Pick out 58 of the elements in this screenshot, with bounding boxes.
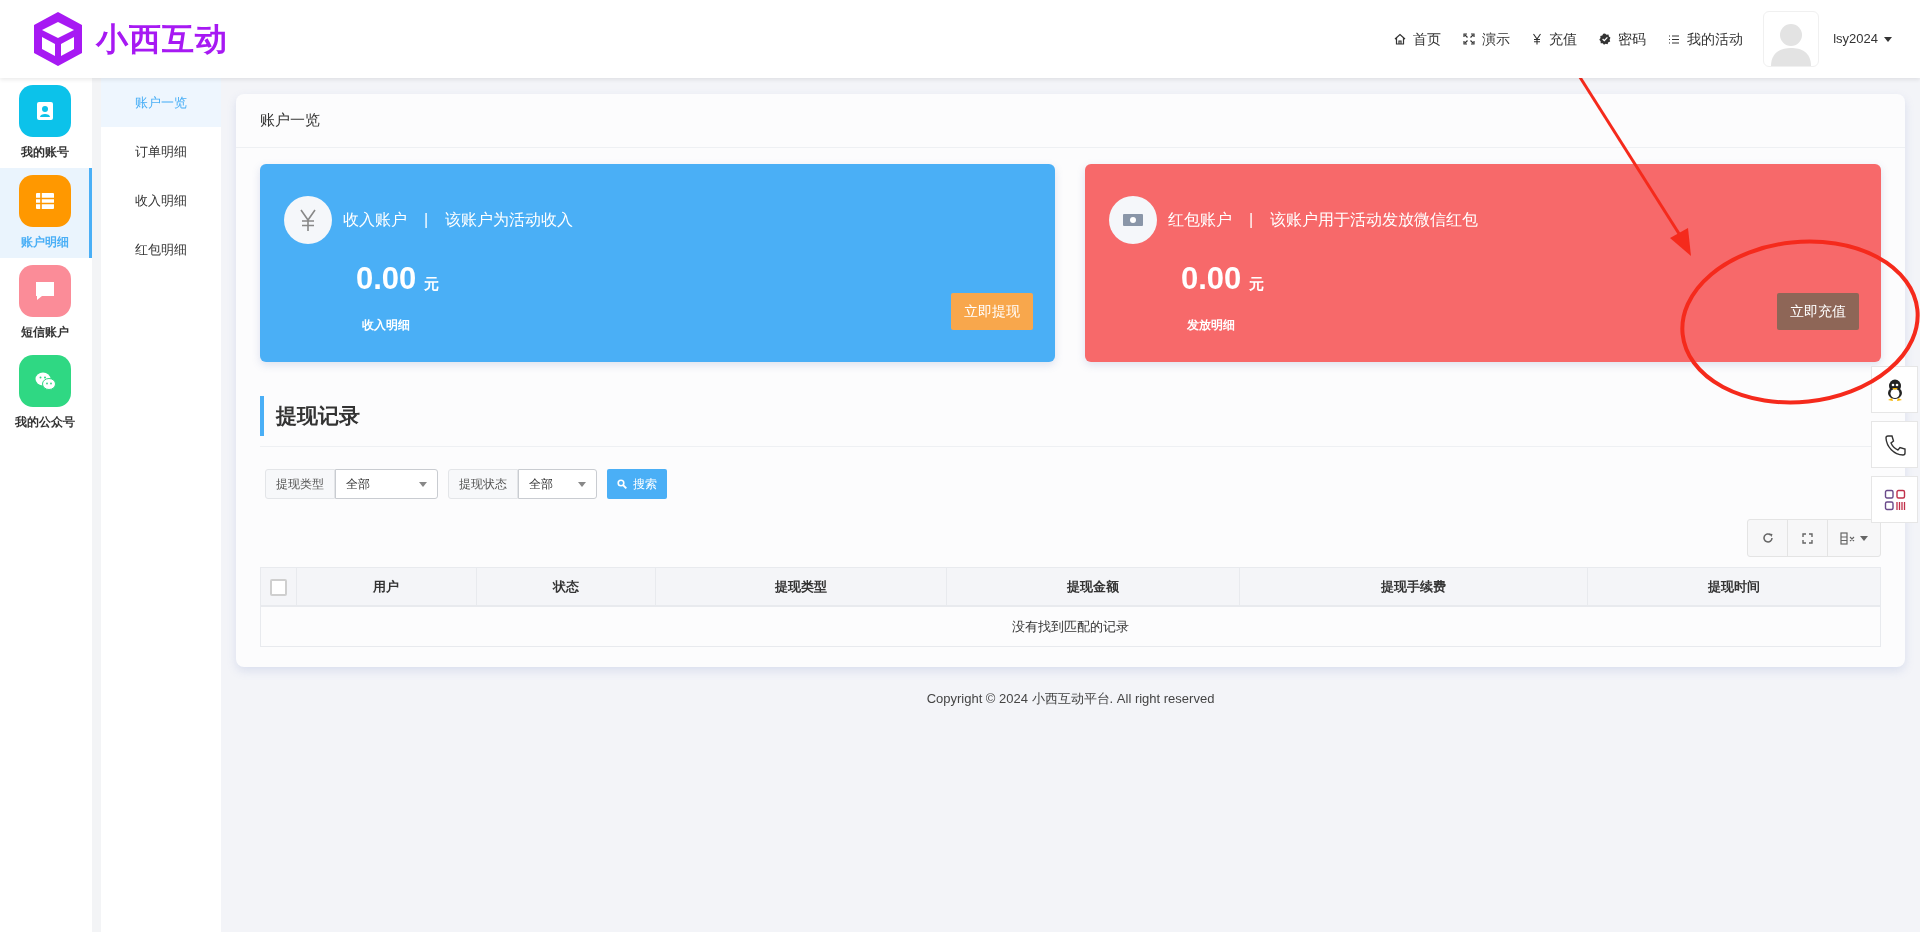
account-name: 收入账户 (343, 209, 407, 230)
phone-icon (1882, 432, 1907, 457)
floating-button[interactable] (1871, 421, 1918, 468)
cash-icon (1122, 212, 1144, 227)
column-header: 用户 (296, 567, 477, 606)
section-title: 提现记录 (276, 403, 360, 430)
fullscreen-icon (1802, 532, 1813, 544)
currency-unit: 元 (1249, 273, 1265, 294)
nav-link[interactable]: 首页 (1394, 28, 1442, 50)
submenu-item[interactable]: 收入明细 (101, 176, 221, 225)
columns-icon (1840, 531, 1856, 545)
nav-link[interactable]: 充值 (1532, 28, 1578, 50)
balance-amount: 0.00 (356, 259, 417, 298)
account-description: 该账户用于活动发放微信红包 (1270, 209, 1479, 230)
sidebar-item[interactable]: 我的公众号 (0, 348, 92, 438)
separator-text: | (424, 209, 429, 230)
select-all-checkbox[interactable] (270, 578, 287, 596)
sidebar-item[interactable]: 短信账户 (0, 258, 92, 348)
floating-button[interactable] (1871, 366, 1918, 413)
caret-icon (419, 481, 427, 487)
account-description: 该账户为活动收入 (445, 209, 574, 230)
column-header: 提现手续费 (1239, 567, 1588, 606)
column-header: 提现时间 (1587, 567, 1881, 606)
filter-label: 提现状态 (448, 469, 518, 499)
caret-icon (578, 481, 586, 487)
nav-link[interactable]: 我的活动 (1668, 28, 1744, 50)
account-name: 红包账户 (1168, 209, 1232, 230)
verified-badge-icon (1599, 33, 1612, 45)
list-icon (1668, 33, 1681, 45)
submenu-item[interactable]: 红包明细 (101, 225, 221, 274)
sidebar-item[interactable]: 我的账号 (0, 78, 92, 168)
nav-link[interactable]: 密码 (1599, 28, 1647, 50)
user-menu[interactable]: lsy2024 (1833, 29, 1892, 49)
expand-icon (1463, 33, 1476, 45)
refresh-icon (1761, 532, 1774, 544)
column-header: 提现类型 (655, 567, 947, 606)
home-icon (1394, 33, 1407, 45)
filter-select[interactable]: 全部 (335, 469, 438, 499)
filter-label: 提现类型 (265, 469, 335, 499)
qr-code-icon (1883, 488, 1906, 511)
balance-amount: 0.00 (1181, 259, 1242, 298)
currency-unit: 元 (424, 273, 440, 294)
column-header: 提现金额 (946, 567, 1240, 606)
caret-icon (1884, 36, 1892, 42)
yen-icon (1532, 33, 1543, 45)
separator-text: | (1249, 209, 1254, 230)
filter-select[interactable]: 全部 (518, 469, 597, 499)
search-icon (617, 479, 627, 489)
page-title: 账户一览 (260, 110, 320, 131)
action-button[interactable]: 立即充值 (1777, 293, 1859, 330)
empty-message: 没有找到匹配的记录 (260, 605, 1881, 647)
submenu-item[interactable]: 订单明细 (101, 127, 221, 176)
caret-icon (1860, 535, 1868, 541)
nav-link[interactable]: 演示 (1463, 28, 1511, 50)
logo-text: 小西互动 (96, 20, 228, 59)
copyright-text: Copyright © 2024 小西互动平台. All right reserved (926, 690, 1215, 708)
yen-icon (298, 207, 318, 232)
column-header: 状态 (476, 567, 656, 606)
